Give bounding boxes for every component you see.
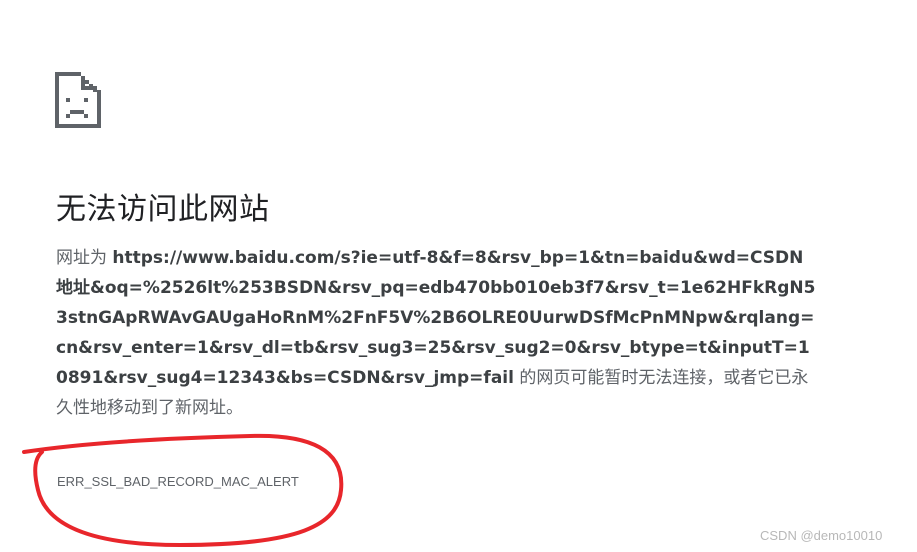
broken-page-icon [55,72,101,128]
error-url: https://www.baidu.com/s?ie=utf-8&f=8&rsv… [56,248,816,388]
message-prefix: 网址为 [56,248,113,268]
error-page: 无法访问此网站 网址为 https://www.baidu.com/s?ie=u… [0,0,917,552]
error-message: 网址为 https://www.baidu.com/s?ie=utf-8&f=8… [56,243,816,423]
page-title: 无法访问此网站 [56,192,270,227]
error-code: ERR_SSL_BAD_RECORD_MAC_ALERT [57,474,299,489]
csdn-watermark: CSDN @demo10010 [760,528,883,543]
